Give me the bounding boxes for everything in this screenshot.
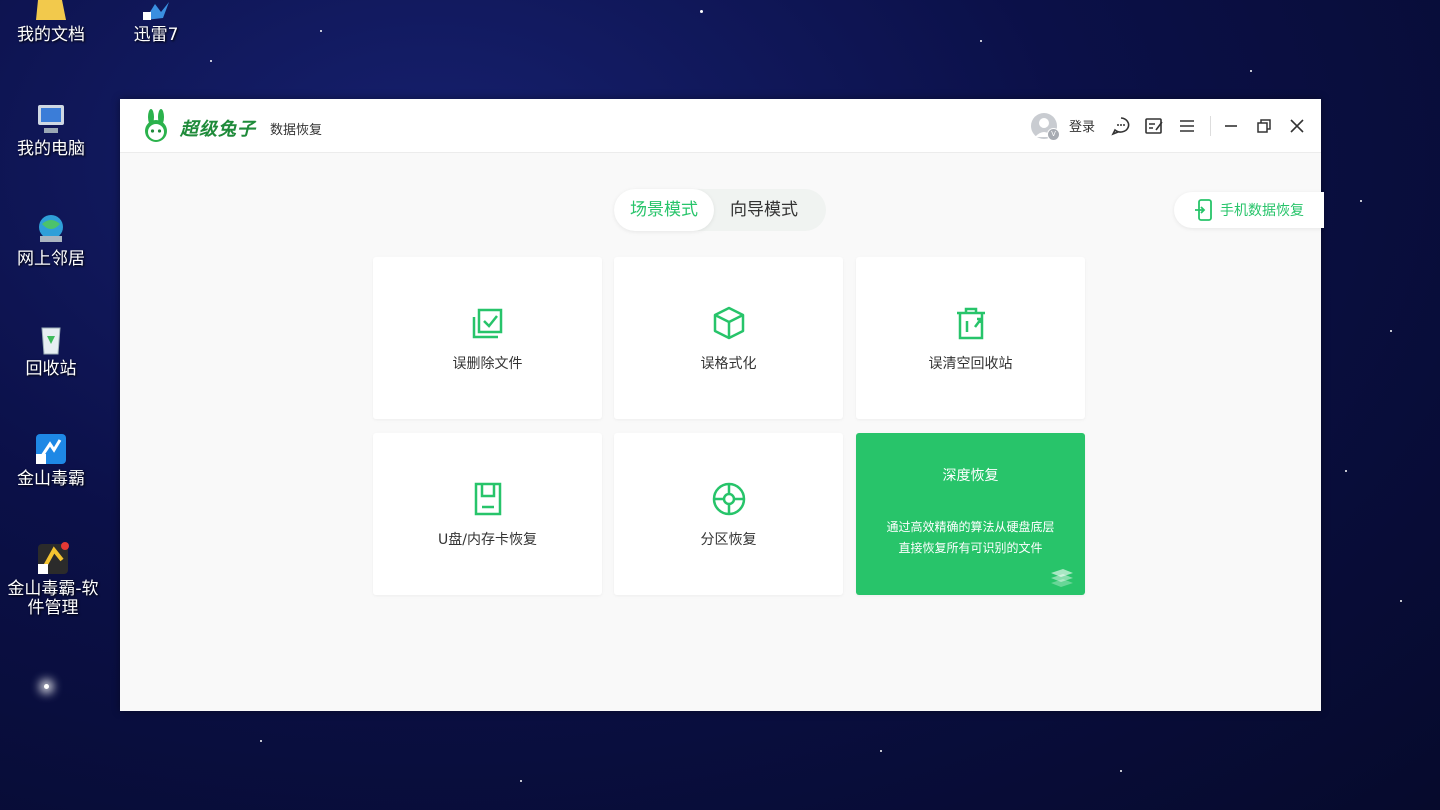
desktop-icon-label: 我的文档 xyxy=(17,25,85,45)
star xyxy=(1250,70,1252,72)
desktop-icon-label: 回收站 xyxy=(25,359,77,379)
phone-recovery-button[interactable]: 手机数据恢复 xyxy=(1174,192,1324,228)
software-manager-icon xyxy=(36,542,70,576)
phone-recovery-label: 手机数据恢复 xyxy=(1220,203,1304,219)
star xyxy=(1390,330,1392,332)
brand-subtitle: 数据恢复 xyxy=(270,123,323,138)
partition-icon xyxy=(711,481,747,517)
desktop-icon-label: 迅雷7 xyxy=(133,25,179,45)
card-format[interactable]: 误格式化 xyxy=(614,257,843,419)
card-usb-sdcard[interactable]: U盘/内存卡恢复 xyxy=(373,433,602,595)
brand-name: 超级兔子 xyxy=(180,119,256,140)
kingsoft-av-icon xyxy=(34,432,68,466)
desktop-icon-my-documents[interactable]: 我的文档 xyxy=(1,0,101,45)
close-button[interactable] xyxy=(1287,116,1307,136)
star xyxy=(1360,200,1362,202)
star xyxy=(320,30,322,32)
layers-icon xyxy=(1049,567,1075,587)
network-globe-icon xyxy=(34,212,68,246)
vip-badge: V xyxy=(1046,127,1060,141)
recycle-file-icon xyxy=(470,305,506,341)
app-window: 超级兔子 数据恢复 V 登录 场景模式 向导模式 手机数据恢复 误删除文件 误格… xyxy=(120,99,1324,711)
minimize-button[interactable] xyxy=(1221,116,1241,136)
deep-recovery-description: 通过高效精确的算法从硬盘底层 直接恢复所有可识别的文件 xyxy=(856,517,1085,559)
star xyxy=(1120,770,1122,772)
chat-bubble-icon xyxy=(1111,116,1130,136)
mode-switch: 场景模式 向导模式 xyxy=(614,189,826,231)
divider xyxy=(1210,115,1211,136)
feedback-button[interactable] xyxy=(1144,116,1164,136)
computer-icon xyxy=(34,102,68,136)
card-title: 误格式化 xyxy=(700,356,757,372)
box-icon xyxy=(711,305,747,341)
xunlei-bird-icon xyxy=(139,0,173,22)
tab-scenario-mode[interactable]: 场景模式 xyxy=(614,189,714,231)
card-deleted-files[interactable]: 误删除文件 xyxy=(373,257,602,419)
customer-service-button[interactable] xyxy=(1111,116,1131,136)
desktop-icon-label: 我的电脑 xyxy=(17,139,85,159)
desktop-icon-label: 网上邻居 xyxy=(17,249,85,269)
desktop-icon-kingsoft-software-manager[interactable]: 金山毒霸-软件管理 xyxy=(1,542,105,618)
hamburger-menu-icon xyxy=(1180,119,1194,132)
star xyxy=(980,40,982,42)
desktop-icon-recycle-bin[interactable]: 回收站 xyxy=(1,322,101,379)
avatar[interactable]: V xyxy=(1030,112,1060,141)
folder-icon xyxy=(34,0,68,22)
card-title: 误删除文件 xyxy=(452,356,523,372)
login-link[interactable]: 登录 xyxy=(1069,116,1095,135)
desktop-icon-network[interactable]: 网上邻居 xyxy=(1,212,101,269)
feedback-icon xyxy=(1145,117,1163,134)
phone-transfer-icon xyxy=(1195,199,1212,221)
restore-icon xyxy=(1257,118,1271,133)
star xyxy=(520,780,522,782)
desktop-icon-label: 金山毒霸-软件管理 xyxy=(7,579,99,618)
title-bar: 超级兔子 数据恢复 V 登录 xyxy=(120,99,1321,153)
deep-recovery-desc-line2: 直接恢复所有可识别的文件 xyxy=(898,541,1043,555)
desktop-icon-kingsoft-av[interactable]: 金山毒霸 xyxy=(1,432,101,489)
card-partition[interactable]: 分区恢复 xyxy=(614,433,843,595)
minimize-icon xyxy=(1225,124,1237,127)
card-deep-recovery[interactable]: 深度恢复 通过高效精确的算法从硬盘底层 直接恢复所有可识别的文件 xyxy=(856,433,1085,595)
deep-recovery-desc-line1: 通过高效精确的算法从硬盘底层 xyxy=(886,520,1055,534)
title-bar-controls: V 登录 xyxy=(1030,99,1321,152)
desktop-icon-my-computer[interactable]: 我的电脑 xyxy=(1,102,101,159)
star xyxy=(1345,470,1347,472)
menu-button[interactable] xyxy=(1177,116,1197,136)
sdcard-icon xyxy=(470,481,506,517)
maximize-button[interactable] xyxy=(1254,116,1274,136)
star xyxy=(880,750,882,752)
close-icon xyxy=(1290,118,1304,133)
card-empty-recycle-bin[interactable]: 误清空回收站 xyxy=(856,257,1085,419)
card-title: U盘/内存卡恢复 xyxy=(438,532,537,548)
trash-icon xyxy=(953,305,989,341)
star xyxy=(700,10,703,13)
card-title: 分区恢复 xyxy=(700,532,757,548)
rabbit-logo-icon xyxy=(139,109,173,143)
deep-recovery-title: 深度恢复 xyxy=(942,468,999,484)
desktop-icon-xunlei[interactable]: 迅雷7 xyxy=(106,0,206,45)
recycle-bin-icon xyxy=(34,322,68,356)
star xyxy=(1400,600,1402,602)
tab-wizard-mode[interactable]: 向导模式 xyxy=(714,189,814,231)
card-title: 误清空回收站 xyxy=(928,356,1013,372)
star xyxy=(260,740,262,742)
star xyxy=(44,684,49,689)
desktop-icon-label: 金山毒霸 xyxy=(17,469,85,489)
star xyxy=(210,60,212,62)
